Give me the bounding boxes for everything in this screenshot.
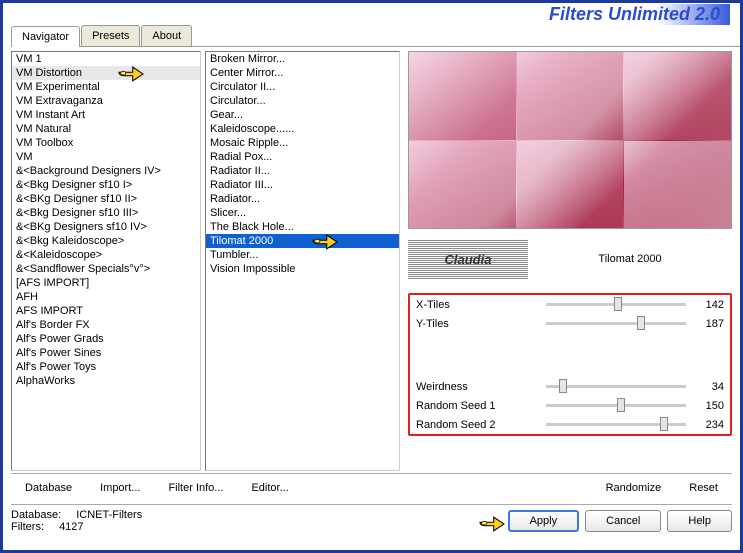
slider-thumb[interactable] bbox=[617, 398, 625, 412]
category-item[interactable]: &<Bkg Kaleidoscope> bbox=[12, 234, 200, 248]
tab-presets[interactable]: Presets bbox=[81, 25, 140, 46]
filter-item[interactable]: Radiator III... bbox=[206, 178, 399, 192]
filter-item[interactable]: Mosaic Ripple... bbox=[206, 136, 399, 150]
param-row: Y-Tiles 187 bbox=[410, 314, 730, 333]
category-item[interactable]: AFS IMPORT bbox=[12, 304, 200, 318]
category-item[interactable]: &<BKg Designer sf10 II> bbox=[12, 192, 200, 206]
param-value: 142 bbox=[694, 299, 724, 311]
category-item[interactable]: &<Bkg Designer sf10 III> bbox=[12, 206, 200, 220]
category-item[interactable]: &<BKg Designers sf10 IV> bbox=[12, 220, 200, 234]
param-value: 234 bbox=[694, 419, 724, 431]
tab-strip: NavigatorPresetsAbout bbox=[11, 25, 740, 47]
param-value: 150 bbox=[694, 400, 724, 412]
param-slider[interactable] bbox=[546, 303, 686, 306]
param-row: X-Tiles 142 bbox=[410, 295, 730, 314]
filter-item[interactable]: The Black Hole... bbox=[206, 220, 399, 234]
toolbar-bottom: Database Import... Filter Info... Editor… bbox=[11, 473, 732, 502]
parameter-panel: X-Tiles 142 Y-Tiles 187 Weirdness 34 Random S… bbox=[408, 293, 732, 436]
database-value: ICNET-Filters bbox=[76, 509, 142, 521]
param-label: Weirdness bbox=[416, 381, 546, 393]
preview-image bbox=[408, 51, 732, 229]
tab-navigator[interactable]: Navigator bbox=[11, 26, 80, 47]
pointer-hand-icon bbox=[478, 512, 506, 536]
param-label: Random Seed 1 bbox=[416, 400, 546, 412]
brand-logo: Claudia bbox=[408, 239, 528, 279]
category-item[interactable]: &<Sandflower Specials°v°> bbox=[12, 262, 200, 276]
filter-item[interactable]: Radiator... bbox=[206, 192, 399, 206]
param-row: Weirdness 34 bbox=[410, 377, 730, 396]
database-label: Database: bbox=[11, 509, 61, 521]
param-value: 34 bbox=[694, 381, 724, 393]
reset-button[interactable]: Reset bbox=[675, 480, 732, 496]
category-item[interactable]: VM Instant Art bbox=[12, 108, 200, 122]
category-item[interactable]: VM 1 bbox=[12, 52, 200, 66]
cancel-button[interactable]: Cancel bbox=[585, 510, 661, 532]
category-item[interactable]: AlphaWorks bbox=[12, 374, 200, 388]
param-slider[interactable] bbox=[546, 385, 686, 388]
slider-thumb[interactable] bbox=[660, 417, 668, 431]
category-item[interactable]: VM bbox=[12, 150, 200, 164]
category-item[interactable]: VM Experimental bbox=[12, 80, 200, 94]
param-slider[interactable] bbox=[546, 423, 686, 426]
apply-button[interactable]: Apply bbox=[508, 510, 580, 532]
category-item[interactable]: VM Distortion bbox=[12, 66, 200, 80]
param-row: Random Seed 1 150 bbox=[410, 396, 730, 415]
filter-item[interactable]: Tumbler... bbox=[206, 248, 399, 262]
filter-item[interactable]: Circulator II... bbox=[206, 80, 399, 94]
filters-count-label: Filters: bbox=[11, 521, 44, 533]
tab-about[interactable]: About bbox=[141, 25, 192, 46]
category-item[interactable]: Alf's Power Toys bbox=[12, 360, 200, 374]
category-item[interactable]: VM Toolbox bbox=[12, 136, 200, 150]
param-label: Y-Tiles bbox=[416, 318, 546, 330]
category-list[interactable]: VM 1VM DistortionVM ExperimentalVM Extra… bbox=[11, 51, 201, 471]
import-button[interactable]: Import... bbox=[86, 480, 154, 496]
filter-info-button[interactable]: Filter Info... bbox=[154, 480, 237, 496]
category-item[interactable]: Alf's Power Sines bbox=[12, 346, 200, 360]
param-row: Random Seed 2 234 bbox=[410, 415, 730, 434]
filter-item[interactable]: Radial Pox... bbox=[206, 150, 399, 164]
filter-list[interactable]: Broken Mirror...Center Mirror...Circulat… bbox=[205, 51, 400, 471]
category-item[interactable]: Alf's Border FX bbox=[12, 318, 200, 332]
editor-button[interactable]: Editor... bbox=[237, 480, 302, 496]
category-item[interactable]: &<Bkg Designer sf10 I> bbox=[12, 178, 200, 192]
slider-thumb[interactable] bbox=[637, 316, 645, 330]
filters-count-value: 4127 bbox=[59, 521, 83, 533]
category-item[interactable]: Alf's Power Grads bbox=[12, 332, 200, 346]
filter-item[interactable]: Kaleidoscope...... bbox=[206, 122, 399, 136]
randomize-button[interactable]: Randomize bbox=[592, 480, 676, 496]
slider-thumb[interactable] bbox=[614, 297, 622, 311]
filter-item[interactable]: Tilomat 2000 bbox=[206, 234, 399, 248]
filter-item[interactable]: Broken Mirror... bbox=[206, 52, 399, 66]
category-item[interactable]: VM Extravaganza bbox=[12, 94, 200, 108]
category-item[interactable]: &<Kaleidoscope> bbox=[12, 248, 200, 262]
database-button[interactable]: Database bbox=[11, 480, 86, 496]
filter-item[interactable]: Radiator II... bbox=[206, 164, 399, 178]
category-item[interactable]: VM Natural bbox=[12, 122, 200, 136]
filter-item[interactable]: Slicer... bbox=[206, 206, 399, 220]
param-value: 187 bbox=[694, 318, 724, 330]
param-label: X-Tiles bbox=[416, 299, 546, 311]
filter-item[interactable]: Vision Impossible bbox=[206, 262, 399, 276]
filter-item[interactable]: Center Mirror... bbox=[206, 66, 399, 80]
param-label: Random Seed 2 bbox=[416, 419, 546, 431]
help-button[interactable]: Help bbox=[667, 510, 732, 532]
param-slider[interactable] bbox=[546, 404, 686, 407]
category-item[interactable]: [AFS IMPORT] bbox=[12, 276, 200, 290]
param-slider[interactable] bbox=[546, 322, 686, 325]
slider-thumb[interactable] bbox=[559, 379, 567, 393]
current-filter-name: Tilomat 2000 bbox=[528, 253, 732, 265]
window-title: Filters Unlimited 2.0 bbox=[549, 4, 730, 25]
category-item[interactable]: AFH bbox=[12, 290, 200, 304]
filter-item[interactable]: Gear... bbox=[206, 108, 399, 122]
category-item[interactable]: &<Background Designers IV> bbox=[12, 164, 200, 178]
filter-item[interactable]: Circulator... bbox=[206, 94, 399, 108]
